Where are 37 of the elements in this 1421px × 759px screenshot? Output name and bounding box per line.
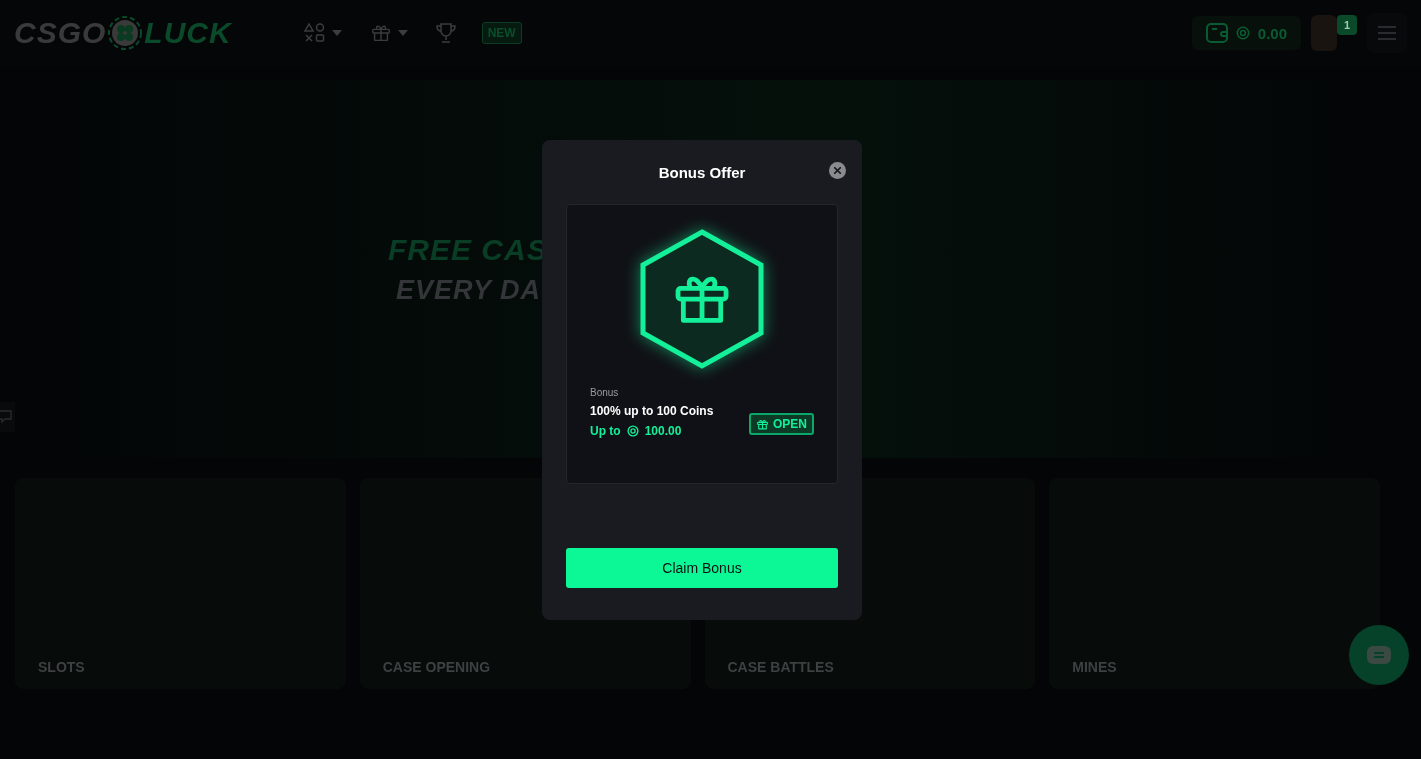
gift-icon [756,417,769,431]
caret-icon [397,30,408,36]
notification-badge: 1 [1337,15,1357,35]
dialog-title: Bonus Offer [658,163,746,181]
close-icon [834,167,841,174]
coin-icon [626,425,639,437]
tile-label: MINES [1072,659,1117,675]
menu-button[interactable] [1367,13,1407,53]
claim-bonus-button[interactable]: Claim Bonus [566,548,838,588]
user-avatar[interactable] [1311,15,1337,51]
tile-label: CASE BATTLES [727,659,834,675]
bonus-amount: 100.00 [644,424,682,438]
wallet-icon [1205,23,1228,43]
games-menu-button[interactable] [303,22,342,44]
coin-icon [1235,26,1250,40]
logo-text: LUCK [144,16,232,50]
tile-label: CASE OPENING [382,659,491,675]
amount-label: Up to [590,424,621,438]
clover-logo-icon [108,16,143,50]
menu-icon [1378,26,1396,40]
close-button[interactable] [829,162,846,179]
bonus-name: 100% up to 100 Coins [590,404,715,418]
game-tile[interactable]: MINES [1049,478,1380,689]
chat-icon [1367,646,1391,664]
side-chat-button[interactable] [0,402,15,432]
shapes-icon [303,22,326,44]
trophy-icon [435,22,456,44]
tile-label: SLOTS [38,659,85,675]
bonus-caption: Bonus [590,387,620,398]
hexagon-gift-icon [640,229,764,369]
chat-button[interactable] [1349,625,1409,685]
chat-icon [0,410,12,424]
leaderboard-button[interactable] [435,22,456,44]
game-tile[interactable]: SLOTS [15,478,346,689]
open-button[interactable]: OPEN [749,413,814,435]
caret-icon [331,30,342,36]
wallet-button[interactable]: 0.00 [1191,16,1301,50]
